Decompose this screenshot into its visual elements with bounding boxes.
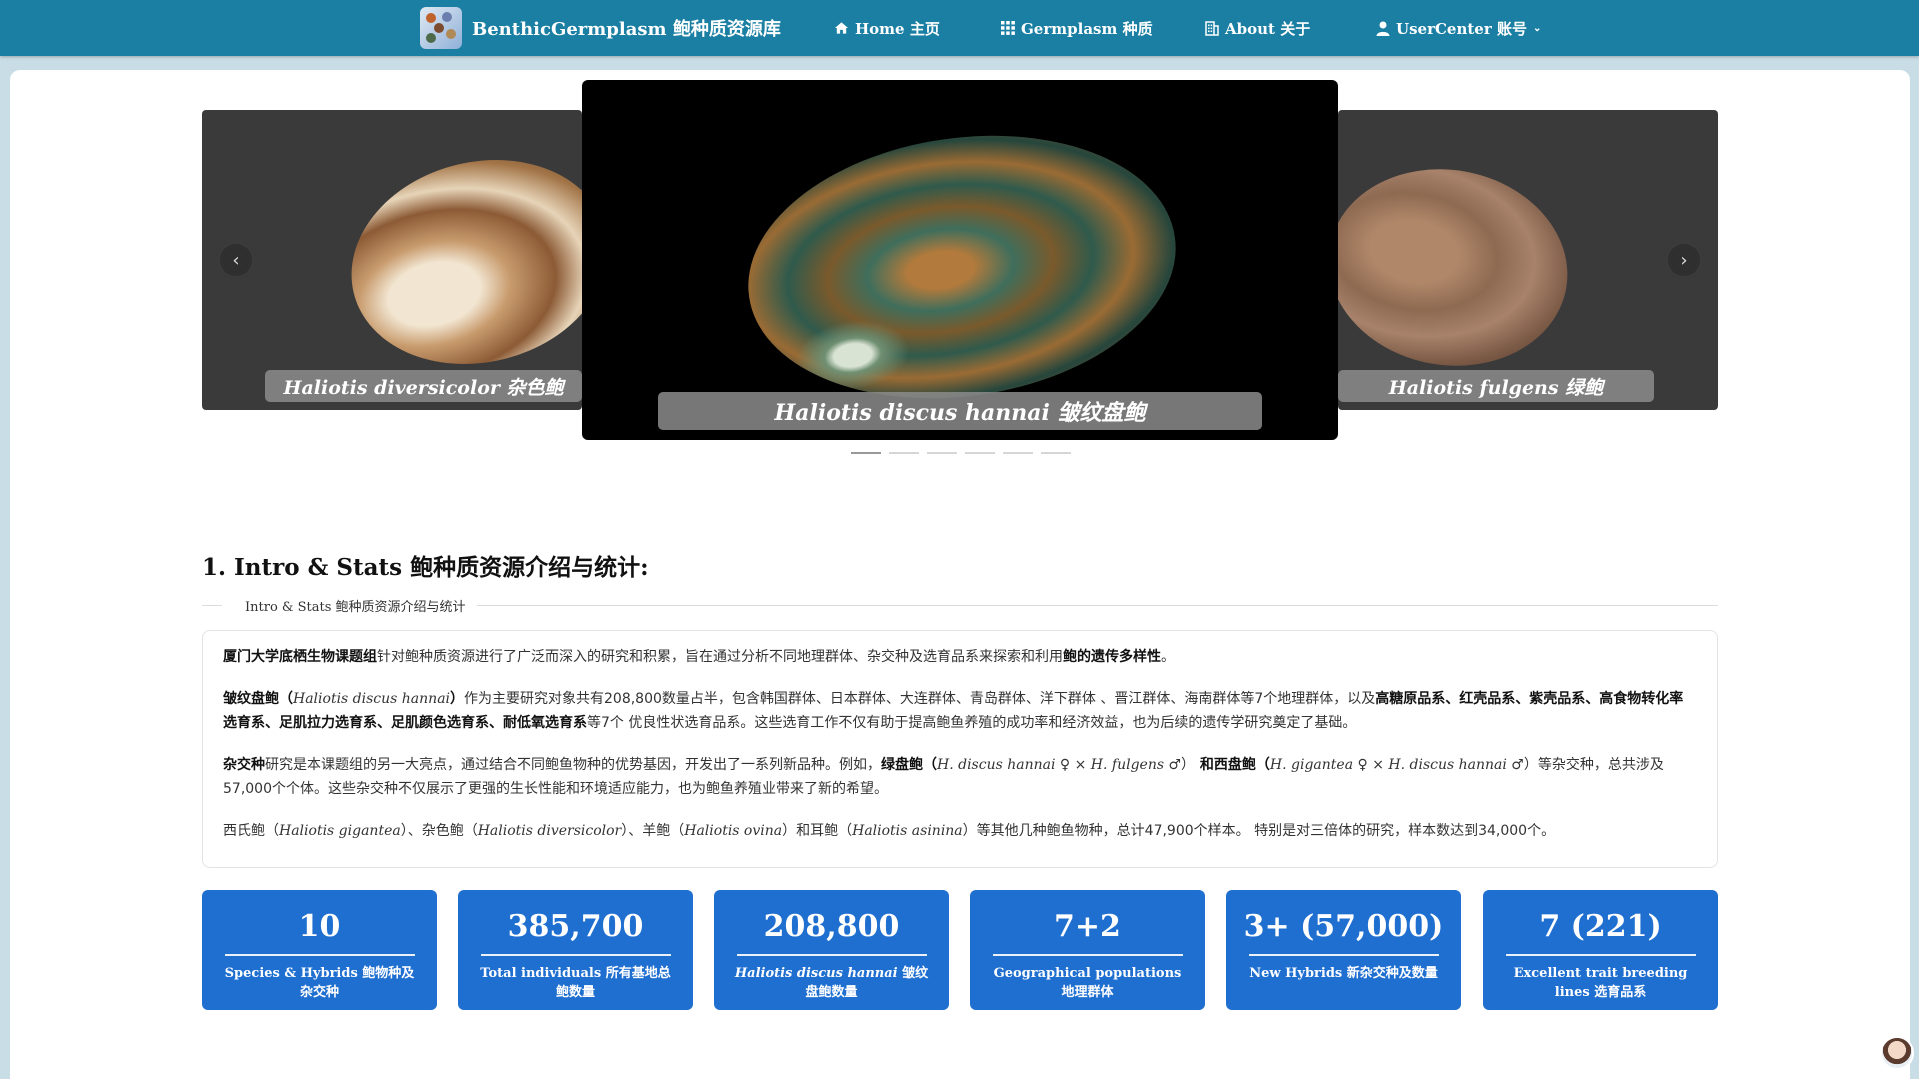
stat-card-hybrids: 3+ (57,000) New Hybrids 新杂交种及数量 <box>1226 890 1461 1010</box>
stat-value: 3+ (57,000) <box>1243 909 1444 944</box>
brand-title: BenthicGermplasm 鲍种质资源库 <box>472 19 781 40</box>
section-subtitle: Intro & Stats 鲍种质资源介绍与统计 <box>242 596 469 615</box>
carousel-prev-button[interactable]: ‹ <box>220 244 252 276</box>
carousel-dot[interactable] <box>889 452 919 454</box>
stat-label: Total individuals 所有基地总鲍数量 <box>480 966 671 1000</box>
logo-icon <box>420 7 462 49</box>
nav-usercenter-label: UserCenter 账号 <box>1396 19 1527 38</box>
stat-label: New Hybrids 新杂交种及数量 <box>1249 966 1438 981</box>
intro-paragraph-1: 厦门大学底栖生物课题组针对鲍种质资源进行了广泛而深入的研究和积累，旨在通过分析不… <box>223 649 1175 665</box>
stat-value: 10 <box>298 909 341 944</box>
abalone-shell-image <box>329 133 582 391</box>
stat-value: 385,700 <box>507 909 644 944</box>
stat-card-species: 10 Species & Hybrids 鲍物种及杂交种 <box>202 890 437 1010</box>
carousel-slide-left[interactable]: Haliotis diversicolor 杂色鲍 <box>202 110 582 410</box>
stat-card-total: 385,700 Total individuals 所有基地总鲍数量 <box>458 890 693 1010</box>
carousel-next-button[interactable]: › <box>1668 244 1700 276</box>
carousel-slide-right[interactable]: Haliotis fulgens 绿鲍 <box>1338 110 1718 410</box>
grid-icon <box>1001 21 1015 35</box>
nav-germplasm-label: Germplasm 种质 <box>1021 19 1153 38</box>
nav-about-label: About 关于 <box>1225 19 1311 38</box>
abalone-shell-image <box>731 109 1193 425</box>
assistant-avatar-icon[interactable] <box>1880 1036 1914 1070</box>
top-nav: BenthicGermplasm 鲍种质资源库 Home 主页 Germplas… <box>0 0 1919 56</box>
stat-label: Species & Hybrids 鲍物种及杂交种 <box>224 966 415 1000</box>
carousel-indicators <box>851 452 1071 454</box>
carousel-dot[interactable] <box>1003 452 1033 454</box>
stat-value: 7+2 <box>1054 909 1121 944</box>
stat-value: 7 (221) <box>1539 909 1662 944</box>
chevron-down-icon: ⌄ <box>1532 22 1542 34</box>
nav-usercenter[interactable]: UserCenter 账号 ⌄ <box>1376 0 1541 56</box>
stat-value: 208,800 <box>763 909 900 944</box>
abalone-shell-image <box>1338 150 1584 385</box>
carousel-dot[interactable] <box>1041 452 1071 454</box>
nav-home[interactable]: Home 主页 <box>834 0 940 56</box>
stat-card-breeding-lines: 7 (221) Excellent trait breeding lines 选… <box>1483 890 1718 1010</box>
intro-paragraph-3: 杂交种研究是本课题组的另一大亮点，通过结合不同鲍鱼物种的优势基因，开发出了一系列… <box>223 757 1664 797</box>
stats-row: 10 Species & Hybrids 鲍物种及杂交种 385,700 Tot… <box>202 890 1718 1010</box>
stat-card-hannai: 208,800 Haliotis discus hannai 皱纹盘鲍数量 <box>714 890 949 1010</box>
stat-label: Haliotis discus hannai 皱纹盘鲍数量 <box>734 966 929 1000</box>
carousel-dot[interactable] <box>851 452 881 454</box>
stat-label: Geographical populations 地理群体 <box>993 966 1182 1000</box>
carousel-dot[interactable] <box>927 452 957 454</box>
nav-home-label: Home 主页 <box>855 19 940 38</box>
stat-label: Excellent trait breeding lines 选育品系 <box>1513 966 1688 1000</box>
intro-paragraph-4: 西氏鲍（Haliotis gigantea）、杂色鲍（Haliotis dive… <box>223 823 1556 839</box>
building-icon <box>1205 20 1219 36</box>
user-icon <box>1376 21 1390 36</box>
intro-box: 厦门大学底栖生物课题组针对鲍种质资源进行了广泛而深入的研究和积累，旨在通过分析不… <box>202 630 1718 868</box>
brand[interactable]: BenthicGermplasm 鲍种质资源库 <box>420 6 781 50</box>
stat-card-populations: 7+2 Geographical populations 地理群体 <box>970 890 1205 1010</box>
carousel-dot[interactable] <box>965 452 995 454</box>
section-divider: Intro & Stats 鲍种质资源介绍与统计 <box>202 596 1718 616</box>
nav-germplasm[interactable]: Germplasm 种质 <box>1001 0 1153 56</box>
home-icon <box>834 22 849 34</box>
nav-about[interactable]: About 关于 <box>1205 0 1310 56</box>
carousel-caption-left: Haliotis diversicolor 杂色鲍 <box>265 370 582 402</box>
intro-paragraph-2: 皱纹盘鲍（Haliotis discus hannai）作为主要研究对象共有20… <box>223 691 1684 731</box>
carousel-caption-right: Haliotis fulgens 绿鲍 <box>1338 370 1654 402</box>
carousel-caption-active: Haliotis discus hannai 皱纹盘鲍 <box>658 392 1262 430</box>
carousel-slide-active[interactable]: Haliotis discus hannai 皱纹盘鲍 <box>582 80 1338 440</box>
section-title: 1. Intro & Stats 鲍种质资源介绍与统计: <box>202 554 649 581</box>
